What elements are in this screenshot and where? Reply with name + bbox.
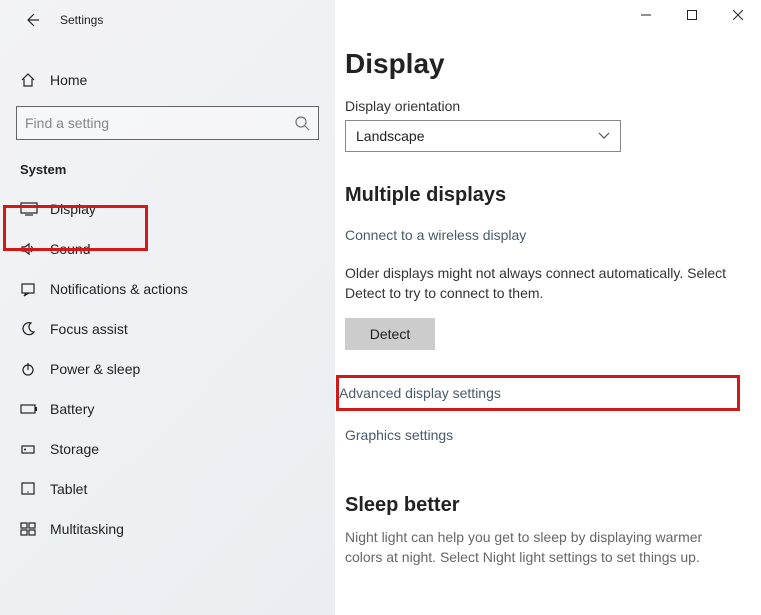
home-icon — [20, 72, 36, 88]
multitasking-icon — [20, 522, 36, 536]
battery-icon — [20, 403, 38, 415]
sidebar-item-notifications[interactable]: Notifications & actions — [0, 269, 335, 309]
detect-hint: Older displays might not always connect … — [345, 263, 737, 304]
main-area: Display Display orientation Landscape Mu… — [335, 0, 761, 615]
sidebar-item-battery[interactable]: Battery — [0, 389, 335, 429]
titlebar: Settings — [0, 0, 335, 40]
power-icon — [20, 361, 36, 377]
nav-list: Display Sound Notifications & actions Fo… — [0, 189, 335, 549]
sidebar-item-label: Focus assist — [50, 321, 128, 337]
sidebar-item-tablet[interactable]: Tablet — [0, 469, 335, 509]
sidebar-item-sound[interactable]: Sound — [0, 229, 335, 269]
content: Display Display orientation Landscape Mu… — [335, 0, 761, 567]
storage-icon — [20, 441, 36, 457]
home-label: Home — [50, 72, 87, 88]
back-button[interactable] — [20, 8, 44, 32]
sleep-better-text: Night light can help you get to sleep by… — [345, 527, 737, 568]
graphics-settings-link[interactable]: Graphics settings — [345, 420, 737, 450]
search-input[interactable] — [16, 106, 319, 140]
orientation-value: Landscape — [356, 128, 425, 144]
home-nav[interactable]: Home — [0, 62, 335, 98]
tablet-icon — [20, 482, 36, 496]
maximize-icon — [687, 10, 697, 20]
orientation-dropdown[interactable]: Landscape — [345, 120, 621, 152]
sidebar-item-focus-assist[interactable]: Focus assist — [0, 309, 335, 349]
close-button[interactable] — [715, 0, 761, 30]
sidebar-item-label: Notifications & actions — [50, 281, 188, 297]
titlebar-controls — [623, 0, 761, 30]
sidebar-item-label: Power & sleep — [50, 361, 140, 377]
sleep-better-title: Sleep better — [345, 494, 737, 517]
orientation-label: Display orientation — [345, 98, 737, 114]
sidebar-item-label: Sound — [50, 241, 90, 257]
close-icon — [733, 10, 743, 20]
page-title: Display — [345, 48, 737, 80]
category-header: System — [0, 140, 335, 189]
search-icon — [294, 115, 310, 131]
sidebar-item-storage[interactable]: Storage — [0, 429, 335, 469]
speaker-icon — [20, 241, 36, 257]
sidebar-item-label: Display — [50, 201, 96, 217]
notification-icon — [20, 281, 36, 297]
sidebar-item-power-sleep[interactable]: Power & sleep — [0, 349, 335, 389]
minimize-icon — [641, 10, 651, 20]
search-field[interactable] — [25, 115, 294, 131]
advanced-display-link[interactable]: Advanced display settings — [339, 378, 737, 408]
monitor-icon — [20, 202, 38, 216]
maximize-button[interactable] — [669, 0, 715, 30]
sidebar-item-label: Storage — [50, 441, 99, 457]
minimize-button[interactable] — [623, 0, 669, 30]
chevron-down-icon — [598, 132, 610, 140]
sidebar: Settings Home System Display Sound — [0, 0, 335, 615]
window-title: Settings — [60, 13, 103, 27]
sidebar-item-label: Tablet — [50, 481, 87, 497]
detect-button[interactable]: Detect — [345, 318, 435, 350]
sidebar-item-label: Multitasking — [50, 521, 124, 537]
sidebar-item-multitasking[interactable]: Multitasking — [0, 509, 335, 549]
sidebar-item-label: Battery — [50, 401, 94, 417]
sidebar-item-display[interactable]: Display — [0, 189, 335, 229]
moon-icon — [20, 321, 36, 337]
wireless-display-link[interactable]: Connect to a wireless display — [345, 227, 526, 243]
arrow-left-icon — [24, 12, 40, 28]
multiple-displays-title: Multiple displays — [345, 184, 737, 207]
